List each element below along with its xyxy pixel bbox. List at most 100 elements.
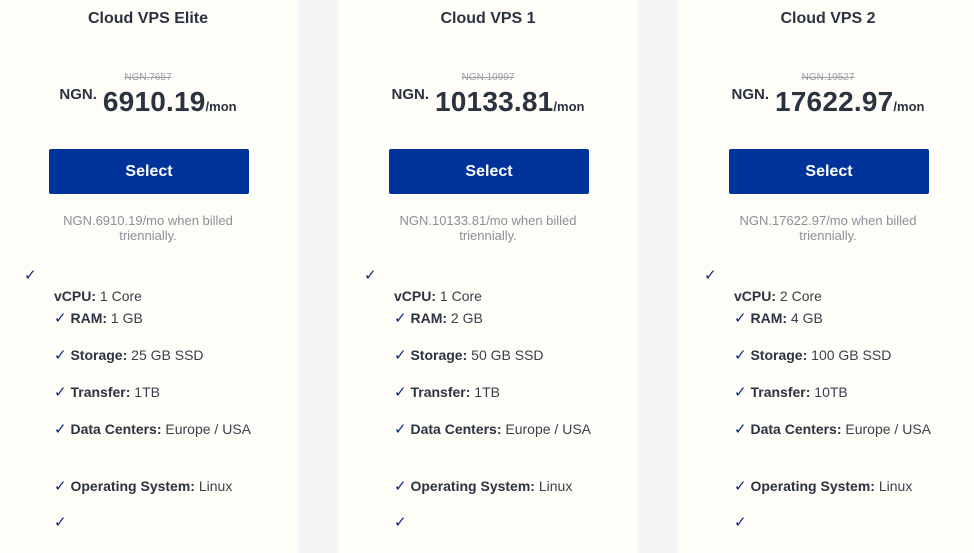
feature-value: Linux: [538, 478, 573, 494]
pricing-page: Cloud VPS Elite NGN.7657 NGN. 6910.19/mon…: [0, 0, 974, 553]
feature-value: Linux: [198, 478, 233, 494]
check-icon: ✓: [394, 384, 407, 401]
feature-operating-system: ✓ Operating System: Linux: [394, 476, 614, 497]
feature-vcpu: vCPU: 2 Core: [734, 286, 954, 306]
feature-value: 1 GB: [110, 310, 143, 326]
feature-label: Operating System:: [410, 478, 535, 494]
plan-title: Cloud VPS 1: [440, 10, 536, 27]
check-icon: ✓: [734, 310, 747, 327]
feature-label: Data Centers:: [750, 421, 842, 437]
check-icon: ✓: [734, 514, 747, 531]
feature-storage: ✓ Storage: 50 GB SSD: [394, 345, 614, 366]
price-currency: NGN.: [391, 86, 430, 103]
check-icon: ✓: [394, 310, 407, 327]
feature-label: RAM:: [70, 310, 108, 326]
feature-ram: ✓ RAM: 2 GB: [394, 308, 614, 329]
check-icon: ✓: [734, 421, 747, 438]
feature-value: 25 GB SSD: [131, 347, 204, 363]
price-period: /mon: [205, 99, 237, 114]
check-icon: ✓: [54, 384, 67, 401]
check-icon: ✓: [704, 267, 717, 284]
feature-label: Transfer:: [410, 384, 471, 400]
feature-label: Storage:: [70, 347, 128, 363]
feature-extra: ✓: [734, 512, 954, 533]
feature-value: 10TB: [814, 384, 848, 400]
feature-label: vCPU:: [54, 288, 97, 304]
feature-label: vCPU:: [734, 288, 777, 304]
price-period: /mon: [893, 99, 925, 114]
feature-label: RAM:: [750, 310, 788, 326]
feature-vcpu: vCPU: 1 Core: [54, 286, 274, 306]
plan-card-cloud-vps-2: Cloud VPS 2 NGN.19527 NGN. 17622.97/mon S…: [678, 0, 974, 553]
price-amount: 10133.81: [435, 86, 554, 117]
feature-label: Operating System:: [70, 478, 195, 494]
feature-data-centers: ✓ Data Centers: Europe / USA: [54, 419, 274, 440]
feature-data-centers: ✓ Data Centers: Europe / USA: [394, 419, 614, 440]
price-period: /mon: [553, 99, 585, 114]
plan-title: Cloud VPS Elite: [87, 10, 208, 27]
select-button[interactable]: Select: [49, 149, 249, 194]
feature-value: Linux: [878, 478, 913, 494]
feature-operating-system: ✓ Operating System: Linux: [734, 476, 954, 497]
feature-value: 2 Core: [779, 288, 822, 304]
feature-label: Storage:: [410, 347, 468, 363]
price-row: NGN. 17622.97/mon: [678, 86, 974, 118]
old-price: NGN.10997: [461, 72, 515, 83]
feature-value: 1TB: [474, 384, 500, 400]
feature-value: 1TB: [134, 384, 160, 400]
plan-card-cloud-vps-1: Cloud VPS 1 NGN.10997 NGN. 10133.81/mon S…: [338, 0, 638, 553]
feature-data-centers: ✓ Data Centers: Europe / USA: [734, 419, 954, 440]
check-icon: ✓: [394, 347, 407, 364]
feature-label: Transfer:: [750, 384, 811, 400]
feature-value: 50 GB SSD: [471, 347, 544, 363]
feature-label: Data Centers:: [410, 421, 502, 437]
price-amount: 17622.97: [775, 86, 894, 117]
feature-value: 1 Core: [99, 288, 142, 304]
feature-value: Europe / USA: [505, 421, 591, 437]
check-icon: ✓: [394, 421, 407, 438]
check-icon: ✓: [734, 478, 747, 495]
check-icon: ✓: [54, 514, 67, 531]
feature-storage: ✓ Storage: 25 GB SSD: [54, 345, 274, 366]
check-icon: ✓: [54, 347, 67, 364]
feature-label: Operating System:: [750, 478, 875, 494]
feature-value: 2 GB: [450, 310, 483, 326]
feature-value: 1 Core: [439, 288, 482, 304]
billing-note: NGN.10133.81/mo when billed triennially.: [399, 213, 577, 243]
feature-ram: ✓ RAM: 1 GB: [54, 308, 274, 329]
price-currency: NGN.: [731, 86, 770, 103]
feature-value: Europe / USA: [845, 421, 931, 437]
feature-label: vCPU:: [394, 288, 437, 304]
old-price: NGN.7657: [124, 72, 172, 83]
feature-vcpu: vCPU: 1 Core: [394, 286, 614, 306]
plan-title: Cloud VPS 2: [780, 10, 876, 27]
check-icon: ✓: [54, 421, 67, 438]
feature-value: 100 GB SSD: [811, 347, 892, 363]
feature-operating-system: ✓ Operating System: Linux: [54, 476, 274, 497]
check-icon: ✓: [734, 384, 747, 401]
check-icon: ✓: [24, 267, 37, 284]
feature-ram: ✓ RAM: 4 GB: [734, 308, 954, 329]
feature-extra: ✓: [54, 512, 274, 533]
price-row: NGN. 10133.81/mon: [338, 86, 638, 118]
price-currency: NGN.: [59, 86, 97, 103]
feature-transfer: ✓ Transfer: 10TB: [734, 382, 954, 403]
feature-storage: ✓ Storage: 100 GB SSD: [734, 345, 954, 366]
feature-extra: ✓: [394, 512, 614, 533]
check-icon: ✓: [364, 267, 377, 284]
check-icon: ✓: [394, 478, 407, 495]
feature-transfer: ✓ Transfer: 1TB: [54, 382, 274, 403]
feature-label: Storage:: [750, 347, 808, 363]
feature-label: RAM:: [410, 310, 448, 326]
check-icon: ✓: [54, 310, 67, 327]
price-amount: 6910.19: [102, 86, 206, 117]
check-icon: ✓: [394, 514, 407, 531]
old-price: NGN.19527: [801, 72, 855, 83]
plan-card-cloud-vps-elite: Cloud VPS Elite NGN.7657 NGN. 6910.19/mon…: [0, 0, 298, 553]
check-icon: ✓: [734, 347, 747, 364]
feature-label: Transfer:: [70, 384, 131, 400]
billing-note: NGN.17622.97/mo when billed triennially.: [739, 213, 917, 243]
select-button[interactable]: Select: [729, 149, 929, 194]
price-row: NGN. 6910.19/mon: [0, 86, 298, 118]
select-button[interactable]: Select: [389, 149, 589, 194]
